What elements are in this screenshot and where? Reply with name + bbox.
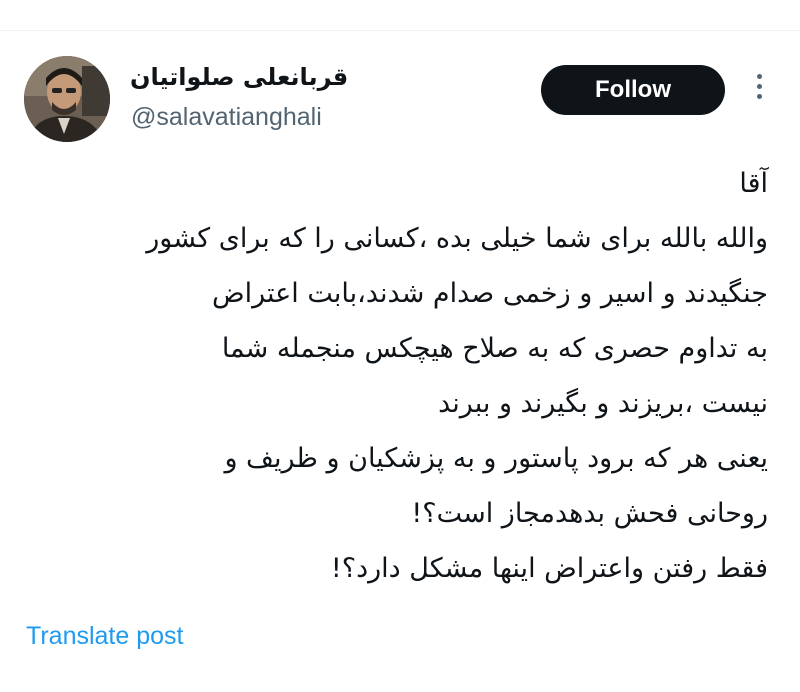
post-text: آقا والله بالله برای شما خیلی بده ،کسانی… [20, 156, 768, 596]
translate-post-link[interactable]: Translate post [26, 620, 183, 652]
follow-button[interactable]: Follow [541, 65, 725, 115]
post-text-line: به تداوم حصری که به صلاح هیچکس منجمله شم… [221, 333, 768, 364]
post-text-line: یعنی هر که برود پاستور و به پزشکیان و ظر… [224, 443, 768, 474]
post-text-line: جنگیدند و اسیر و زخمی صدام شدند،بابت اعت… [211, 278, 768, 309]
top-divider [0, 0, 800, 31]
avatar-photo [24, 56, 110, 142]
avatar[interactable] [24, 56, 110, 142]
post-text-line: والله بالله برای شما خیلی بده ،کسانی را … [146, 223, 768, 254]
post-header: قربانعلی صلواتیان @salavatianghali Follo… [0, 52, 800, 142]
post-text-line: آقا [739, 168, 768, 199]
display-name[interactable]: قربانعلی صلواتیان [130, 62, 410, 92]
post-text-line: فقط رفتن واعتراض اینها مشکل دارد؟! [330, 553, 768, 584]
user-handle[interactable]: @salavatianghali [131, 102, 322, 132]
more-horizontal-icon[interactable] [752, 74, 766, 106]
post-text-line: روحانی فحش بدهدمجاز است؟! [411, 498, 768, 529]
post-text-line: نیست ،بریزند و بگیرند و ببرند [438, 388, 768, 419]
